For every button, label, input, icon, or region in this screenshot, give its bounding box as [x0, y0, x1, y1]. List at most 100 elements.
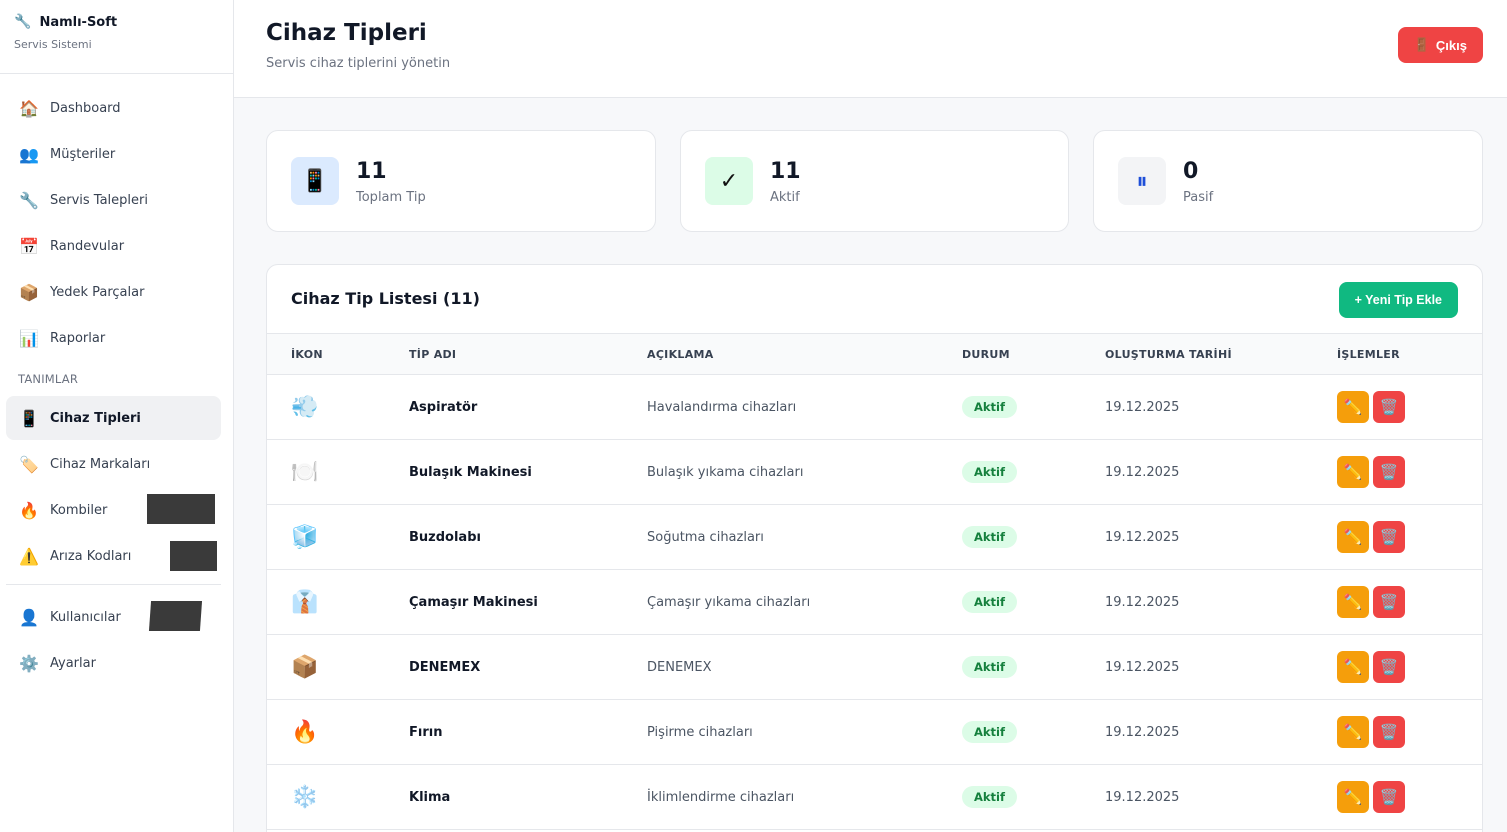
edit-button[interactable]: ✏️	[1337, 456, 1369, 488]
row-actions: ✏️ 🗑️	[1337, 440, 1405, 504]
wrench-icon: 🔧	[14, 14, 32, 30]
type-name: Fırın	[409, 724, 443, 740]
calendar-icon: 📅	[19, 236, 39, 256]
edit-button[interactable]: ✏️	[1337, 781, 1369, 813]
fan-icon: 💨	[291, 394, 319, 420]
delete-button[interactable]: 🗑️	[1373, 521, 1405, 553]
stat-label: Pasif	[1183, 190, 1214, 205]
delete-button[interactable]: 🗑️	[1373, 456, 1405, 488]
sidebar-item-label: Raporlar	[50, 330, 106, 346]
box-icon: 📦	[291, 654, 319, 680]
edit-button[interactable]: ✏️	[1337, 651, 1369, 683]
redacted-block	[147, 494, 215, 524]
phone-icon: 📱	[19, 408, 39, 428]
sidebar-item-reports[interactable]: 📊 Raporlar	[6, 316, 221, 360]
status-badge: Aktif	[962, 786, 1017, 808]
dishes-icon: 🍽️	[291, 459, 319, 485]
delete-button[interactable]: 🗑️	[1373, 391, 1405, 423]
sidebar-item-appointments[interactable]: 📅 Randevular	[6, 224, 221, 268]
home-icon: 🏠	[19, 98, 39, 118]
row-actions: ✏️ 🗑️	[1337, 505, 1405, 569]
chart-icon: 📊	[19, 328, 39, 348]
sidebar-item-device-brands[interactable]: 🏷️ Cihaz Markaları	[6, 442, 221, 486]
sidebar-item-label: Müşteriler	[50, 146, 116, 162]
brand-subtitle: Servis Sistemi	[14, 38, 92, 51]
users-icon: 👥	[19, 144, 39, 164]
sidebar-item-label: Arıza Kodları	[50, 548, 132, 564]
type-name: DENEMEX	[409, 659, 481, 675]
check-icon: ✓	[705, 157, 753, 205]
logout-label: Çıkış	[1435, 37, 1467, 53]
sidebar-item-boilers[interactable]: 🔥 Kombiler	[6, 488, 221, 532]
redacted-block	[148, 601, 203, 631]
status-cell: Aktif	[962, 440, 1017, 504]
delete-button[interactable]: 🗑️	[1373, 716, 1405, 748]
type-description: Çamaşır yıkama cihazları	[647, 594, 811, 610]
snowflake-icon: ❄️	[291, 784, 319, 810]
sidebar-item-service-requests[interactable]: 🔧 Servis Talepleri	[6, 178, 221, 222]
type-description: Pişirme cihazları	[647, 724, 753, 740]
stat-value: 11	[356, 159, 387, 184]
sidebar-item-customers[interactable]: 👥 Müşteriler	[6, 132, 221, 176]
row-actions: ✏️ 🗑️	[1337, 700, 1405, 764]
delete-button[interactable]: 🗑️	[1373, 586, 1405, 618]
fire-icon: 🔥	[291, 719, 319, 745]
stat-label: Aktif	[770, 190, 800, 205]
list-title: Cihaz Tip Listesi (11)	[291, 289, 480, 308]
sidebar-item-dashboard[interactable]: 🏠 Dashboard	[6, 86, 221, 130]
type-name: Bulaşık Makinesi	[409, 464, 532, 480]
type-description: İklimlendirme cihazları	[647, 789, 795, 805]
nav-divider	[6, 584, 221, 585]
stat-value: 11	[770, 159, 801, 184]
row-actions: ✏️ 🗑️	[1337, 375, 1405, 439]
sidebar-item-users[interactable]: 👤 Kullanıcılar	[6, 595, 221, 639]
edit-button[interactable]: ✏️	[1337, 586, 1369, 618]
type-name: Aspiratör	[409, 399, 478, 415]
shirt-icon: 👔	[291, 589, 319, 615]
nav-section-label: TANIMLAR	[18, 372, 79, 386]
created-date: 19.12.2025	[1105, 724, 1180, 740]
status-cell: Aktif	[962, 765, 1017, 829]
status-badge: Aktif	[962, 461, 1017, 483]
sidebar-item-label: Kombiler	[50, 502, 108, 518]
logout-button[interactable]: 🚪 Çıkış	[1397, 27, 1483, 63]
sidebar-item-spare-parts[interactable]: 📦 Yedek Parçalar	[6, 270, 221, 314]
status-cell: Aktif	[962, 700, 1017, 764]
gear-icon: ⚙️	[19, 653, 39, 673]
stat-value: 0	[1183, 159, 1199, 184]
status-cell: Aktif	[962, 635, 1017, 699]
column-header-name: TİP ADI	[409, 348, 457, 361]
row-actions: ✏️ 🗑️	[1337, 765, 1405, 829]
stat-card-passive: ⏸ 0 Pasif	[1093, 130, 1483, 232]
sidebar-item-label: Dashboard	[50, 100, 121, 116]
type-description: Bulaşık yıkama cihazları	[647, 464, 804, 480]
status-cell: Aktif	[962, 570, 1017, 634]
brand: 🔧 Namlı-Soft Servis Sistemi	[0, 0, 233, 74]
column-header-date: OLUŞTURMA TARİHİ	[1105, 348, 1232, 361]
edit-button[interactable]: ✏️	[1337, 391, 1369, 423]
type-description: Soğutma cihazları	[647, 529, 764, 545]
edit-button[interactable]: ✏️	[1337, 521, 1369, 553]
sidebar-item-device-types[interactable]: 📱 Cihaz Tipleri	[6, 396, 221, 440]
sidebar-item-fault-codes[interactable]: ⚠️ Arıza Kodları	[6, 534, 221, 578]
created-date: 19.12.2025	[1105, 594, 1180, 610]
stat-card-total: 📱 11 Toplam Tip	[266, 130, 656, 232]
created-date: 19.12.2025	[1105, 659, 1180, 675]
page-subtitle: Servis cihaz tiplerini yönetin	[266, 56, 451, 71]
table-row: 👔 Çamaşır Makinesi Çamaşır yıkama cihazl…	[267, 570, 1482, 635]
created-date: 19.12.2025	[1105, 399, 1180, 415]
status-badge: Aktif	[962, 526, 1017, 548]
column-header-description: AÇIKLAMA	[647, 348, 714, 361]
sidebar-item-settings[interactable]: ⚙️ Ayarlar	[6, 641, 221, 685]
sidebar: 🔧 Namlı-Soft Servis Sistemi 🏠 Dashboard 👥…	[0, 0, 234, 832]
delete-button[interactable]: 🗑️	[1373, 651, 1405, 683]
sidebar-item-label: Ayarlar	[50, 655, 96, 671]
add-type-button[interactable]: + Yeni Tip Ekle	[1338, 282, 1458, 318]
table-row: 🧊 Buzdolabı Soğutma cihazları Aktif 19.1…	[267, 505, 1482, 570]
sidebar-item-label: Cihaz Tipleri	[50, 410, 141, 426]
device-type-list-card: Cihaz Tip Listesi (11) + Yeni Tip Ekle İ…	[266, 264, 1483, 832]
sidebar-item-label: Cihaz Markaları	[50, 456, 151, 472]
delete-button[interactable]: 🗑️	[1373, 781, 1405, 813]
edit-button[interactable]: ✏️	[1337, 716, 1369, 748]
row-actions: ✏️ 🗑️	[1337, 635, 1405, 699]
